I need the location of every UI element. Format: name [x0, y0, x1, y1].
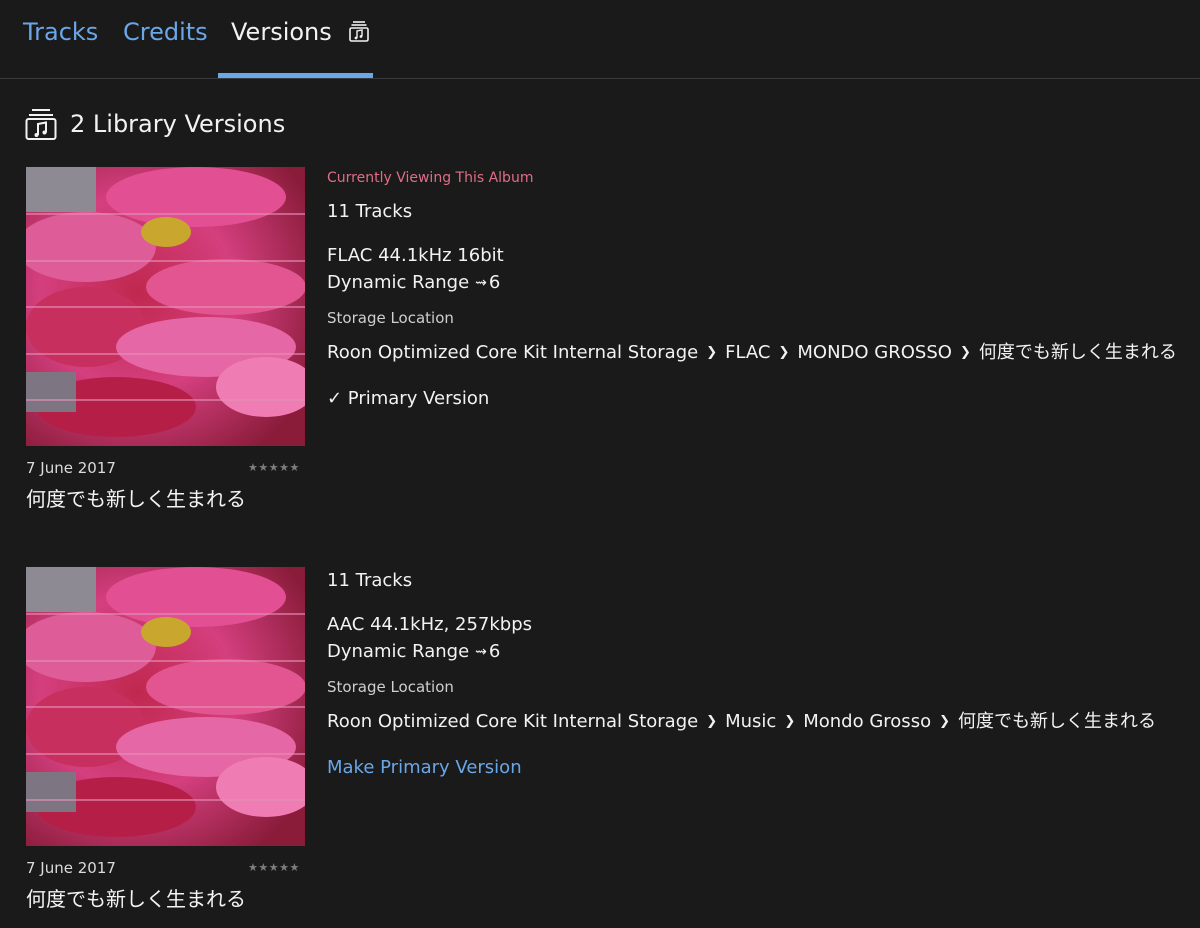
track-count: 11 Tracks	[327, 570, 413, 591]
path-segment[interactable]: MONDO GROSSO	[797, 342, 952, 363]
make-primary-version-button[interactable]: Make Primary Version	[327, 757, 522, 778]
audio-format: AAC 44.1kHz, 257kbps	[327, 614, 533, 635]
tab-tracks[interactable]: Tracks	[23, 18, 98, 46]
primary-version-status: ✓ Primary Version	[327, 388, 490, 409]
tab-versions[interactable]: Versions	[231, 18, 370, 46]
storage-path: Roon Optimized Core Kit Internal Storage…	[327, 707, 1156, 733]
dynamic-range-label: Dynamic Range	[327, 272, 470, 293]
chevron-right-icon: ❯	[784, 714, 796, 729]
tab-versions-label: Versions	[231, 18, 332, 46]
path-segment[interactable]: Music	[725, 711, 776, 732]
dynamic-range-icon: ⇝	[475, 275, 487, 291]
current-album-label: Currently Viewing This Album	[327, 170, 534, 186]
version-card: 7 June 2017 ★★★★★ 何度でも新しく生まれる Currently …	[26, 167, 1200, 517]
dynamic-range: Dynamic Range ⇝ 6	[327, 272, 500, 293]
dynamic-range-icon: ⇝	[475, 644, 487, 660]
release-date: 7 June 2017	[26, 859, 116, 877]
section-title: 2 Library Versions	[70, 110, 286, 138]
dynamic-range-value: 6	[488, 641, 501, 662]
storage-path: Roon Optimized Core Kit Internal Storage…	[327, 338, 1177, 364]
path-segment[interactable]: Roon Optimized Core Kit Internal Storage	[327, 342, 698, 363]
chevron-right-icon: ❯	[778, 345, 790, 360]
album-cover[interactable]	[26, 167, 305, 446]
tab-credits[interactable]: Credits	[123, 18, 208, 46]
version-card: 7 June 2017 ★★★★★ 何度でも新しく生まれる 11 Tracks …	[26, 567, 1200, 917]
album-title[interactable]: 何度でも新しく生まれる	[26, 883, 246, 912]
path-segment[interactable]: Roon Optimized Core Kit Internal Storage	[327, 711, 698, 732]
dynamic-range-value: 6	[488, 272, 501, 293]
chevron-right-icon: ❯	[706, 345, 718, 360]
release-date: 7 June 2017	[26, 459, 116, 477]
album-stack-icon	[349, 21, 370, 42]
chevron-right-icon: ❯	[959, 345, 971, 360]
dynamic-range-label: Dynamic Range	[327, 641, 470, 662]
tab-bar: Tracks Credits Versions	[0, 0, 1200, 79]
rating-stars[interactable]: ★★★★★	[248, 461, 300, 474]
path-segment[interactable]: Mondo Grosso	[803, 711, 931, 732]
section-header: 2 Library Versions	[25, 108, 285, 140]
dynamic-range: Dynamic Range ⇝ 6	[327, 641, 500, 662]
storage-location-label: Storage Location	[327, 678, 454, 696]
storage-location-label: Storage Location	[327, 309, 454, 327]
path-segment[interactable]: 何度でも新しく生まれる	[979, 342, 1177, 363]
audio-format: FLAC 44.1kHz 16bit	[327, 245, 504, 266]
chevron-right-icon: ❯	[939, 714, 950, 729]
path-segment[interactable]: 何度でも新しく生まれる	[958, 711, 1156, 732]
chevron-right-icon: ❯	[706, 714, 718, 729]
album-title[interactable]: 何度でも新しく生まれる	[26, 483, 246, 512]
active-tab-indicator	[218, 73, 373, 78]
path-segment[interactable]: FLAC	[725, 342, 770, 363]
album-stack-icon	[25, 109, 57, 140]
rating-stars[interactable]: ★★★★★	[248, 861, 300, 874]
album-cover[interactable]	[26, 567, 305, 846]
track-count: 11 Tracks	[327, 201, 413, 222]
